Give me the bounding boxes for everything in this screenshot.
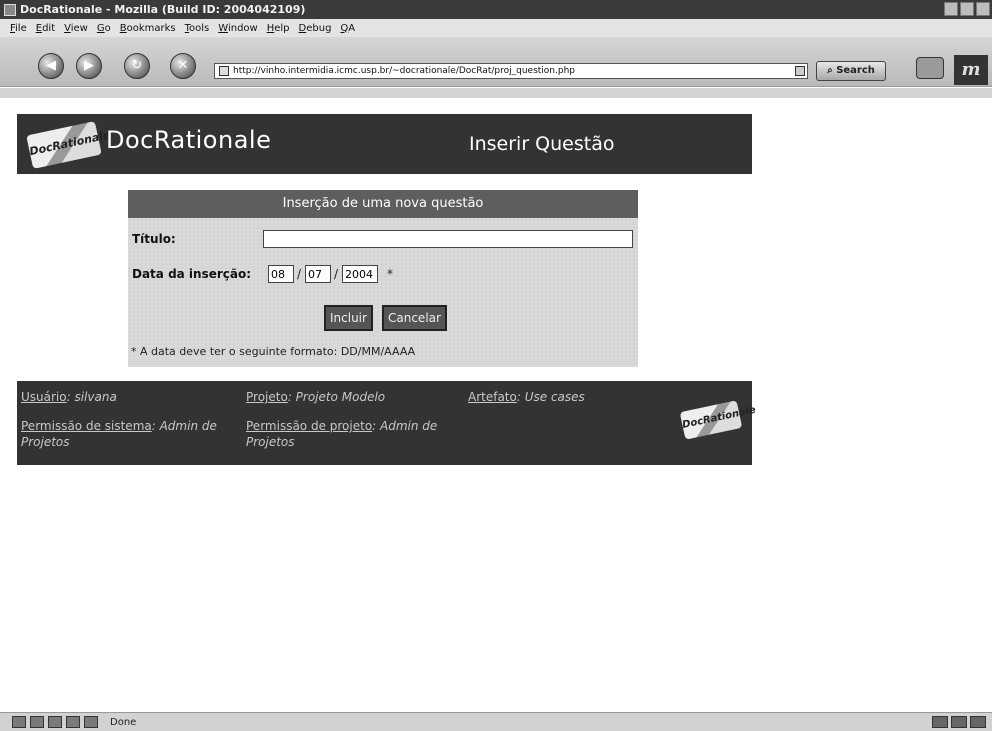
date-label: Data da inserção: (132, 267, 252, 281)
reload-icon[interactable]: ↻ (124, 53, 150, 79)
menu-debug[interactable]: Debug (299, 23, 332, 34)
mozilla-throbber-icon: m (954, 55, 988, 85)
menu-file[interactable]: File (10, 23, 27, 34)
chat-icon[interactable] (48, 716, 62, 728)
project-value: Projeto Modelo (295, 390, 386, 404)
docrationale-logo: DocRationale (26, 121, 111, 169)
date-separator: / (334, 267, 339, 281)
month-input[interactable] (305, 265, 331, 283)
connection-icon (932, 716, 948, 728)
page-title: Inserir Questão (469, 133, 615, 155)
footer-user: Usuário: silvana (21, 390, 117, 404)
project-link[interactable]: Projeto (246, 390, 288, 404)
project-permission-link[interactable]: Permissão de projeto (246, 419, 372, 433)
security-icon (951, 716, 967, 728)
mail-icon[interactable] (30, 716, 44, 728)
search-button[interactable]: ⌕ Search (816, 61, 886, 81)
close-icon[interactable] (976, 2, 990, 16)
user-link[interactable]: Usuário (21, 390, 67, 404)
menu-bar: File Edit View Go Bookmarks Tools Window… (0, 19, 992, 37)
date-format-note: * A data deve ter o seguinte formato: DD… (131, 345, 416, 358)
stop-icon[interactable]: ✕ (170, 53, 196, 79)
back-icon[interactable]: ◀ (38, 53, 64, 79)
search-label: Search (836, 65, 875, 76)
print-icon[interactable] (916, 57, 944, 79)
page-icon (219, 66, 229, 76)
forward-icon[interactable]: ▶ (76, 53, 102, 79)
user-value: silvana (74, 390, 117, 404)
search-icon: ⌕ (827, 65, 833, 76)
artifact-value: Use cases (524, 390, 585, 404)
footer-project: Projeto: Projeto Modelo (246, 390, 386, 404)
window-controls (944, 2, 990, 16)
year-input[interactable] (342, 265, 378, 283)
form-heading: Inserção de uma nova questão (128, 190, 638, 218)
window-titlebar: DocRationale - Mozilla (Build ID: 200404… (0, 0, 992, 19)
composer-icon[interactable] (66, 716, 80, 728)
maximize-icon[interactable] (960, 2, 974, 16)
menu-bookmarks[interactable]: Bookmarks (120, 23, 176, 34)
address-dropdown-icon[interactable] (795, 66, 805, 76)
question-form: Inserção de uma nova questão Título: Dat… (128, 190, 638, 367)
status-right-icons (932, 716, 986, 728)
menu-tools[interactable]: Tools (185, 23, 210, 34)
address-book-icon[interactable] (84, 716, 98, 728)
footer-project-permission: Permissão de projeto: Admin de Projetos (246, 419, 438, 449)
date-separator: / (297, 267, 302, 281)
title-input[interactable] (263, 230, 633, 248)
app-title: DocRationale (106, 126, 272, 154)
offline-icon (970, 716, 986, 728)
header-banner: DocRationale DocRationale Inserir Questã… (17, 114, 752, 174)
menu-window[interactable]: Window (218, 23, 257, 34)
minimize-icon[interactable] (944, 2, 958, 16)
cancel-button[interactable]: Cancelar (382, 305, 447, 331)
address-url: http://vinho.intermidia.icmc.usp.br/~doc… (233, 66, 575, 76)
menu-edit[interactable]: Edit (36, 23, 55, 34)
required-mark: * (387, 267, 393, 281)
menu-help[interactable]: Help (267, 23, 290, 34)
status-text: Done (110, 716, 137, 728)
menu-go[interactable]: Go (97, 23, 111, 34)
submit-button[interactable]: Incluir (324, 305, 373, 331)
system-permission-link[interactable]: Permissão de sistema (21, 419, 152, 433)
session-footer: Usuário: silvana Projeto: Projeto Modelo… (17, 381, 757, 465)
navigator-icon[interactable] (12, 716, 26, 728)
footer-artifact: Artefato: Use cases (468, 390, 585, 404)
menu-qa[interactable]: QA (340, 23, 355, 34)
title-label: Título: (132, 232, 176, 246)
navigation-toolbar: ◀ ▶ ↻ ✕ http://vinho.intermidia.icmc.usp… (0, 37, 992, 87)
address-bar[interactable]: http://vinho.intermidia.icmc.usp.br/~doc… (214, 63, 808, 79)
toolbar-grip (0, 88, 992, 98)
artifact-link[interactable]: Artefato (468, 390, 517, 404)
footer-system-permission: Permissão de sistema: Admin de Projetos (21, 419, 217, 449)
docrationale-footer-logo: DocRationale (679, 400, 757, 440)
window-title: DocRationale - Mozilla (Build ID: 200404… (20, 3, 306, 16)
day-input[interactable] (268, 265, 294, 283)
mozilla-app-icon (4, 3, 16, 16)
status-bar: Done (0, 712, 992, 731)
menu-view[interactable]: View (64, 23, 88, 34)
